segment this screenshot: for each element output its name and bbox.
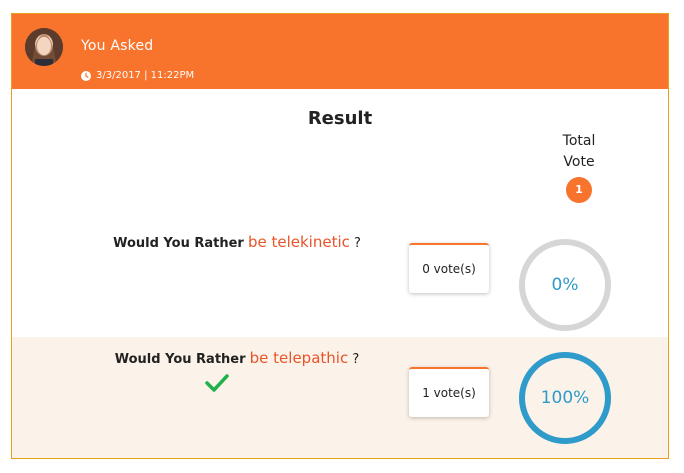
total-count-badge: 1 — [566, 177, 592, 203]
clock-icon — [81, 70, 91, 81]
question-mark: ? — [354, 236, 361, 251]
header-title: You Asked — [81, 38, 154, 54]
poll-header: You Asked 3/3/2017 | 11:22PM — [12, 14, 668, 89]
total-vote: Total Vote 1 — [550, 131, 608, 203]
option-row: Would You Rather be telekinetic ? 0 vote… — [12, 219, 668, 337]
vote-count-box: 0 vote(s) — [409, 243, 489, 293]
header-timestamp: 3/3/2017 | 11:22PM — [81, 70, 194, 81]
option-text: be telepathic — [249, 349, 349, 367]
question-mark: ? — [352, 352, 360, 367]
total-label-line1: Total — [562, 133, 596, 149]
question-prefix: Would You Rather — [113, 236, 244, 251]
poll-result-card: You Asked 3/3/2017 | 11:22PM Result Tota… — [11, 13, 669, 459]
gauge-percent-label: 0% — [551, 275, 579, 295]
avatar — [25, 28, 63, 66]
gauge-percent-label: 100% — [540, 388, 590, 408]
vote-count-box: 1 vote(s) — [409, 367, 489, 417]
option-row-selected: Would You Rather be telepathic ? 1 vote(… — [12, 337, 668, 458]
percent-gauge: 0% — [517, 237, 613, 333]
option-text: be telekinetic — [247, 233, 350, 251]
total-label-line2: Vote — [563, 154, 595, 170]
percent-gauge: 100% — [517, 350, 613, 446]
question-prefix: Would You Rather — [114, 352, 246, 367]
option-question: Would You Rather be telepathic ? — [72, 349, 402, 367]
option-question: Would You Rather be telekinetic ? — [72, 233, 402, 251]
timestamp-text: 3/3/2017 | 11:22PM — [96, 70, 195, 81]
result-title: Result — [307, 108, 373, 129]
checkmark-icon — [205, 374, 229, 392]
